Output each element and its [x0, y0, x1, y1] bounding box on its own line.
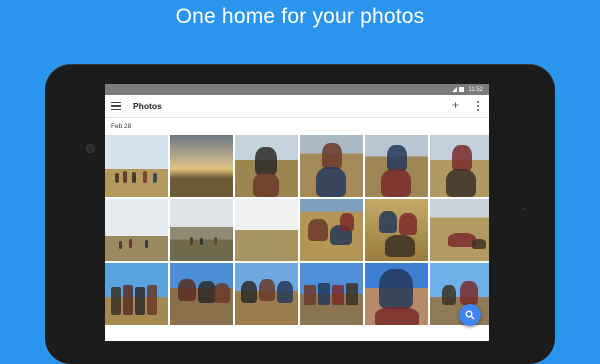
photo-thumbnail[interactable] [430, 135, 489, 197]
photo-subject [123, 285, 133, 315]
photo-grid [105, 135, 489, 325]
photo-subject [322, 143, 342, 169]
tablet-screen: 11:52 Photos + Feb 28 [105, 84, 489, 341]
photo-thumbnail[interactable] [105, 199, 168, 261]
back-icon[interactable] [227, 328, 235, 336]
photo-subject [241, 281, 257, 303]
photo-subject [153, 173, 157, 183]
photo-thumbnail[interactable] [365, 199, 428, 261]
app-title: Photos [133, 101, 162, 111]
sensor-dot [522, 207, 525, 210]
home-icon[interactable] [293, 328, 301, 336]
photo-thumbnail[interactable] [365, 263, 428, 325]
front-camera [86, 144, 95, 153]
photo-subject [132, 172, 136, 183]
photo-subject [318, 283, 330, 305]
photo-subject [147, 285, 157, 315]
photo-thumbnail[interactable] [430, 199, 489, 261]
plus-icon[interactable]: + [452, 99, 459, 111]
photo-subject [399, 213, 417, 235]
photo-subject [253, 173, 279, 197]
photo-subject [178, 279, 196, 301]
photo-subject [387, 145, 407, 171]
recents-icon[interactable] [359, 328, 367, 336]
photo-subject [442, 285, 456, 305]
photo-subject [304, 285, 316, 305]
photo-subject [200, 238, 203, 245]
photo-subject [316, 167, 346, 197]
hamburger-menu-icon[interactable] [111, 102, 121, 110]
signal-icon [452, 87, 458, 92]
photo-subject [190, 237, 193, 245]
photo-subject [214, 283, 230, 303]
photo-subject [135, 287, 145, 315]
headline: One home for your photos [175, 5, 425, 28]
photo-subject [143, 171, 147, 183]
photo-thumbnail[interactable] [105, 263, 168, 325]
photo-subject [277, 281, 293, 303]
photo-subject [340, 213, 354, 231]
status-time: 11:52 [468, 86, 483, 93]
photo-subject [308, 219, 328, 241]
photo-subject [332, 285, 344, 305]
photo-subject [472, 239, 486, 249]
photo-subject [111, 287, 121, 315]
photo-thumbnail[interactable] [365, 135, 428, 197]
photo-subject [346, 283, 358, 305]
photo-subject [214, 237, 217, 245]
photo-subject [381, 169, 411, 197]
photo-thumbnail[interactable] [300, 263, 363, 325]
tablet-device: 11:52 Photos + Feb 28 [45, 64, 555, 364]
photo-thumbnail[interactable] [235, 263, 298, 325]
search-icon [465, 310, 475, 320]
more-vert-icon[interactable] [477, 101, 480, 111]
app-bar: Photos + [105, 95, 489, 118]
status-icons [452, 87, 465, 92]
photo-subject [379, 269, 413, 309]
battery-icon [459, 87, 465, 92]
photo-subject [446, 169, 476, 197]
photo-thumbnail[interactable] [300, 199, 363, 261]
photo-subject [119, 241, 122, 249]
photo-subject [255, 147, 277, 175]
photo-subject [115, 173, 119, 183]
photo-thumbnail[interactable] [170, 263, 233, 325]
date-section-label: Feb 28 [111, 123, 132, 130]
photo-subject [379, 211, 397, 233]
system-nav-bar [105, 323, 489, 341]
photo-subject [145, 240, 148, 248]
photo-subject [129, 239, 132, 248]
photo-thumbnail[interactable] [170, 199, 233, 261]
photo-subject [123, 171, 127, 183]
photo-thumbnail[interactable] [235, 199, 298, 261]
photo-thumbnail[interactable] [105, 135, 168, 197]
photo-subject [452, 145, 472, 171]
photo-thumbnail[interactable] [300, 135, 363, 197]
photo-thumbnail[interactable] [170, 135, 233, 197]
photo-subject [460, 281, 478, 305]
status-bar: 11:52 [105, 84, 489, 95]
photo-subject [385, 235, 415, 257]
photo-thumbnail[interactable] [235, 135, 298, 197]
photo-subject [259, 279, 275, 301]
